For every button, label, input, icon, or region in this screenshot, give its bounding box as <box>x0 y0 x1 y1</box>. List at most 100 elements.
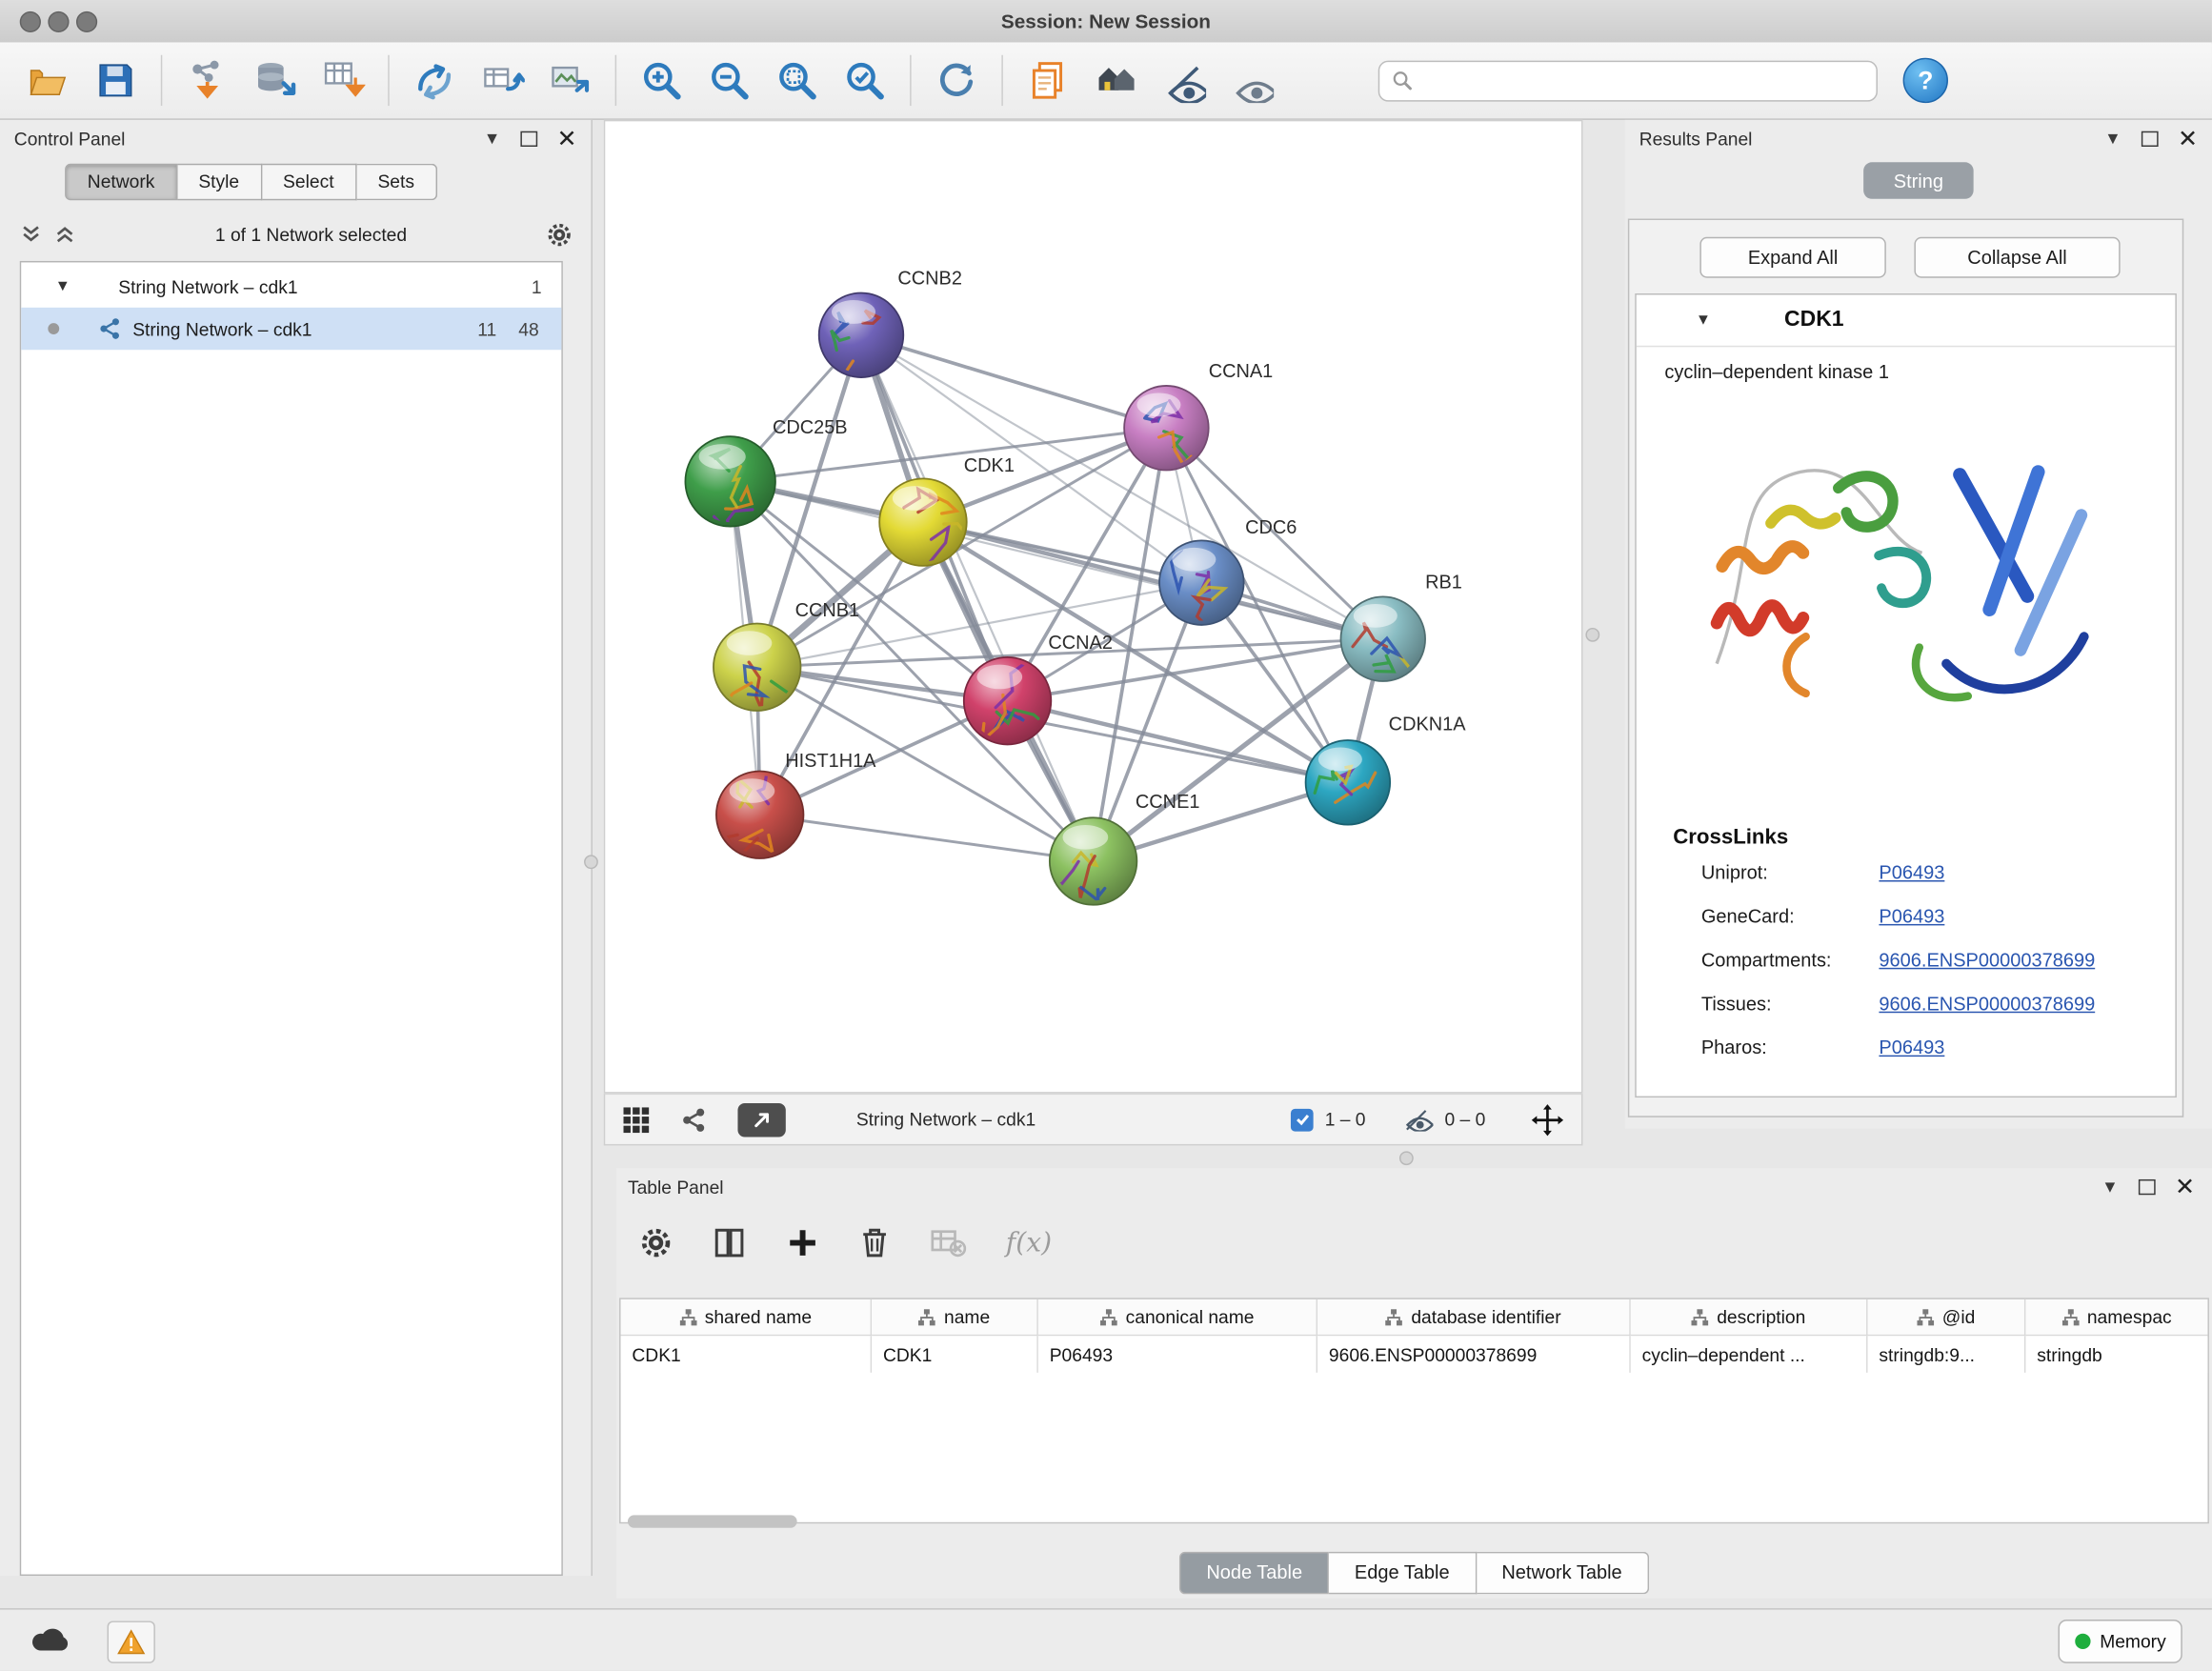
delete-trash-icon[interactable] <box>859 1226 891 1260</box>
table-cell[interactable]: CDK1 <box>872 1336 1038 1373</box>
collapse-panel-icon[interactable]: ▼ <box>2101 1178 2119 1195</box>
tab-sets[interactable]: Sets <box>356 164 436 201</box>
float-panel-icon[interactable] <box>520 131 537 146</box>
warnings-button[interactable] <box>108 1621 155 1662</box>
network-row-selected[interactable]: String Network – cdk1 11 48 <box>21 308 561 350</box>
crosslink-row: Uniprot: P06493 <box>1701 862 2167 906</box>
zoom-out-button[interactable] <box>695 50 763 111</box>
detach-view-button[interactable] <box>737 1102 785 1137</box>
network-edge[interactable] <box>861 335 1166 428</box>
show-columns-icon[interactable] <box>713 1226 747 1260</box>
expand-all-icon[interactable] <box>53 223 76 246</box>
crosslink-row: Compartments: 9606.ENSP00000378699 <box>1701 950 2167 994</box>
expand-all-button[interactable]: Expand All <box>1699 237 1885 278</box>
network-collection-row[interactable]: ▼ String Network – cdk1 1 <box>21 265 561 307</box>
close-panel-icon[interactable]: ✕ <box>2178 127 2198 151</box>
network-options-gear-icon[interactable] <box>546 221 573 248</box>
tab-select[interactable]: Select <box>262 164 356 201</box>
string-home-button[interactable] <box>1082 50 1150 111</box>
zoom-fit-button[interactable] <box>763 50 831 111</box>
column-header[interactable]: name <box>872 1299 1038 1337</box>
network-edge[interactable] <box>760 815 1094 861</box>
apply-layout-button[interactable] <box>922 50 990 111</box>
delete-table-icon-disabled[interactable] <box>930 1227 967 1258</box>
table-cell[interactable]: P06493 <box>1038 1336 1317 1373</box>
grid-view-icon[interactable] <box>622 1105 651 1134</box>
cloud-status-icon[interactable] <box>29 1623 73 1655</box>
tree-expand-icon[interactable]: ▼ <box>55 278 70 295</box>
tab-edge-table[interactable]: Edge Table <box>1329 1552 1476 1594</box>
show-all-button[interactable] <box>1217 50 1285 111</box>
crosslink-link[interactable]: 9606.ENSP00000378699 <box>1879 950 2095 971</box>
table-cell[interactable]: stringdb:9... <box>1868 1336 2026 1373</box>
close-panel-icon[interactable]: ✕ <box>2175 1175 2195 1198</box>
column-type-icon <box>1917 1308 1934 1325</box>
splitter-handle[interactable] <box>1399 1151 1414 1165</box>
column-header[interactable]: @id <box>1868 1299 2026 1337</box>
hidden-eye-slash-icon[interactable] <box>1399 1108 1434 1131</box>
check-icon <box>1295 1112 1310 1127</box>
close-window-button[interactable] <box>20 11 41 32</box>
crosslink-link[interactable]: 9606.ENSP00000378699 <box>1879 993 2095 1014</box>
clone-network-button[interactable] <box>469 50 536 111</box>
import-network-database-button[interactable] <box>241 50 309 111</box>
pan-crosshair-icon[interactable] <box>1531 1102 1565 1137</box>
search-input[interactable] <box>1422 69 1865 92</box>
collapse-all-button[interactable]: Collapse All <box>1914 237 2120 278</box>
column-header[interactable]: shared name <box>621 1299 873 1337</box>
memory-button[interactable]: Memory <box>2058 1620 2182 1663</box>
selected-checkbox[interactable] <box>1291 1108 1314 1131</box>
collapse-panel-icon[interactable]: ▼ <box>484 130 501 147</box>
table-cell[interactable]: stringdb <box>2025 1336 2207 1373</box>
eye-slash-icon <box>1161 58 1206 103</box>
save-session-button[interactable] <box>82 50 150 111</box>
column-header[interactable]: description <box>1631 1299 1868 1337</box>
export-image-button[interactable] <box>536 50 604 111</box>
splitter-handle[interactable] <box>1585 628 1599 642</box>
column-header[interactable]: canonical name <box>1038 1299 1317 1337</box>
collapse-panel-icon[interactable]: ▼ <box>2104 130 2122 147</box>
add-row-icon[interactable] <box>786 1226 820 1260</box>
collapse-section-icon[interactable]: ▼ <box>1696 312 1711 329</box>
network-canvas[interactable]: CCNB2CCNA1CDC25BCDK1CDC6RB1CCNB1CCNA2CDK… <box>604 120 1583 1094</box>
zoom-selected-button[interactable] <box>831 50 898 111</box>
table-cell[interactable]: 9606.ENSP00000378699 <box>1317 1336 1631 1373</box>
zoom-window-button[interactable] <box>76 11 97 32</box>
string-results-tab[interactable]: String <box>1863 162 1974 199</box>
network-edge[interactable] <box>861 335 1094 861</box>
horizontal-scrollbar-thumb[interactable] <box>628 1515 797 1527</box>
open-session-button[interactable] <box>14 50 82 111</box>
tab-network[interactable]: Network <box>65 164 177 201</box>
table-toolbar: f(x) <box>639 1213 1052 1272</box>
collapse-all-icon[interactable] <box>20 223 43 246</box>
import-network-file-button[interactable] <box>173 50 241 111</box>
table-row[interactable]: CDK1 CDK1 P06493 9606.ENSP00000378699 cy… <box>621 1336 2208 1373</box>
table-cell[interactable]: CDK1 <box>621 1336 873 1373</box>
tab-style[interactable]: Style <box>177 164 262 201</box>
hide-selected-button[interactable] <box>1150 50 1217 111</box>
table-options-gear-icon[interactable] <box>639 1226 674 1260</box>
import-table-file-button[interactable] <box>309 50 376 111</box>
help-button[interactable]: ? <box>1903 58 1948 103</box>
float-panel-icon[interactable] <box>2141 131 2158 146</box>
column-header[interactable]: database identifier <box>1317 1299 1631 1337</box>
publication-copy-button[interactable] <box>1015 50 1082 111</box>
import-table-icon <box>320 58 365 103</box>
zoom-in-button[interactable] <box>628 50 695 111</box>
refresh-icon <box>934 58 978 103</box>
merge-networks-button[interactable] <box>401 50 469 111</box>
tab-network-table[interactable]: Network Table <box>1477 1552 1649 1594</box>
crosslink-link[interactable]: P06493 <box>1879 906 1944 927</box>
crosslink-link[interactable]: P06493 <box>1879 862 1944 883</box>
column-header[interactable]: namespac <box>2025 1299 2207 1337</box>
tab-node-table[interactable]: Node Table <box>1179 1552 1329 1594</box>
float-panel-icon[interactable] <box>2139 1178 2156 1194</box>
function-builder-icon[interactable]: f(x) <box>1006 1227 1052 1258</box>
minimize-window-button[interactable] <box>48 11 69 32</box>
close-panel-icon[interactable]: ✕ <box>557 127 577 151</box>
crosslink-link[interactable]: P06493 <box>1879 1037 1944 1057</box>
splitter-handle[interactable] <box>584 855 598 869</box>
table-cell[interactable]: cyclin–dependent ... <box>1631 1336 1868 1373</box>
protein-card-header[interactable]: ▼ CDK1 <box>1637 294 2176 347</box>
network-type-icon[interactable] <box>681 1107 707 1133</box>
